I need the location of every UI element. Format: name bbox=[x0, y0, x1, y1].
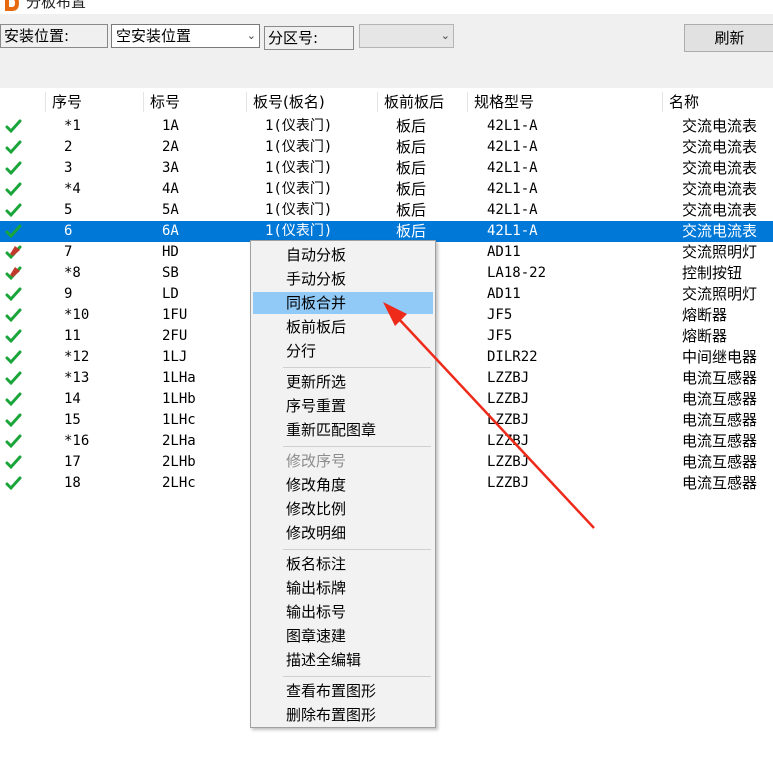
annotation-arrow bbox=[383, 302, 595, 529]
